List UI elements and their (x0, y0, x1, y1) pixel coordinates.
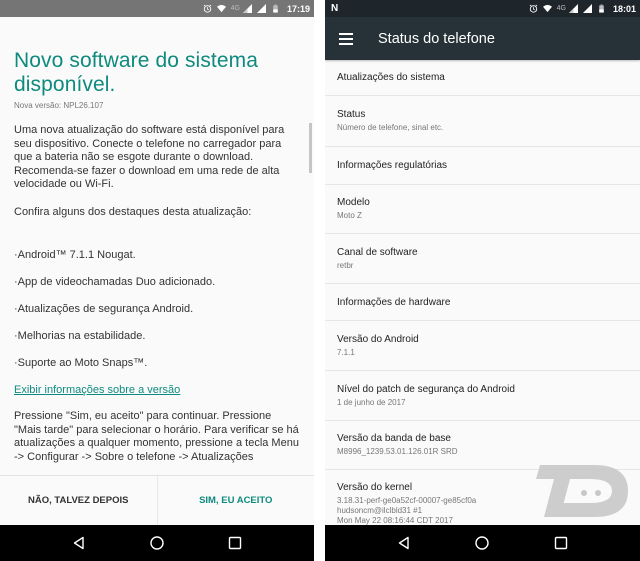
signal-icon (242, 4, 252, 13)
home-icon (475, 536, 490, 550)
item-title: Informações de hardware (337, 296, 451, 308)
clock: 17:19 (286, 3, 310, 14)
left-screen: 4G 17:19 Novo software do sistema dispon… (0, 0, 314, 561)
back-button[interactable] (69, 533, 89, 553)
item-subtitle: retbr (337, 260, 354, 270)
watermark-logo-icon (536, 465, 628, 517)
home-button[interactable] (472, 533, 492, 553)
dialog-actions: NÃO, TALVEZ DEPOIS SIM, EU ACEITO (0, 475, 314, 525)
update-dialog: Novo software do sistema disponível. Nov… (0, 17, 314, 525)
intro-text: Uma nova atualização do software está di… (14, 124, 285, 190)
item-subtitle: Número de telefone, sinal etc. (337, 123, 444, 132)
navigation-bar (0, 525, 314, 561)
highlight-item: ·App de videochamadas Duo adicionado. (14, 276, 216, 288)
item-title: Canal de software (337, 246, 418, 258)
signal-icon (582, 4, 592, 13)
recents-icon (554, 536, 568, 550)
settings-item-status[interactable]: Status Número de telefone, sinal etc. (325, 96, 640, 147)
settings-item-hardware-info[interactable]: Informações de hardware (325, 284, 640, 321)
settings-item-regulatory[interactable]: Informações regulatórias (325, 147, 640, 185)
item-title: Informações regulatórias (337, 160, 448, 171)
recents-icon (228, 536, 242, 550)
settings-item-model: Modelo Moto Z (325, 185, 640, 234)
item-subtitle: 7.1.1 (337, 347, 355, 357)
status-bar: N 4G 18:01 (325, 0, 640, 17)
home-button[interactable] (147, 533, 167, 553)
item-title: Status (337, 109, 366, 120)
battery-icon (273, 4, 278, 13)
notification-icon: N (331, 3, 339, 14)
battery-icon (599, 4, 604, 13)
signal-icon (256, 4, 266, 13)
scrollbar[interactable] (309, 123, 312, 173)
item-title: Versão da banda de base (337, 433, 451, 444)
network-type-label: 4G (556, 5, 566, 12)
accept-button[interactable]: SIM, EU ACEITO (158, 476, 315, 525)
back-icon (73, 536, 84, 550)
settings-item-software-channel: Canal de software retbr (325, 234, 640, 284)
back-button[interactable] (394, 533, 414, 553)
highlight-item: ·Atualizações de segurança Android. (14, 303, 194, 315)
dialog-title: Novo software do sistema disponível. (14, 49, 259, 96)
recents-button[interactable] (551, 533, 571, 553)
alarm-icon (529, 4, 537, 13)
item-title: Modelo (337, 197, 370, 208)
settings-item-system-updates[interactable]: Atualizações do sistema (325, 60, 640, 96)
dialog-content[interactable]: Novo software do sistema disponível. Nov… (0, 17, 314, 475)
item-title: Atualizações do sistema (337, 72, 445, 83)
decline-button[interactable]: NÃO, TALVEZ DEPOIS (0, 476, 158, 525)
wifi-icon (542, 4, 552, 13)
clock: 18:01 (612, 3, 636, 14)
highlight-item: ·Melhorias na estabilidade. (14, 330, 146, 342)
status-bar: 4G 17:19 (0, 0, 314, 17)
settings-item-android-version[interactable]: Versão do Android 7.1.1 (325, 321, 640, 371)
item-subtitle: Moto Z (337, 211, 362, 220)
version-label: Nova versão: NPL26.107 (14, 101, 104, 110)
highlights-heading: Confira alguns dos destaques desta atual… (14, 205, 252, 218)
item-title: Nível do patch de segurança do Android (337, 383, 515, 395)
item-subtitle: 1 de junho de 2017 (337, 397, 406, 407)
menu-icon[interactable] (339, 32, 353, 45)
signal-icon (568, 4, 578, 13)
network-type-label: 4G (230, 5, 240, 12)
navigation-bar (325, 525, 640, 561)
back-icon (398, 536, 409, 550)
home-icon (150, 536, 164, 550)
highlight-item: ·Suporte ao Moto Snaps™. (14, 357, 148, 369)
release-notes-link[interactable]: Exibir informações sobre a versão (14, 384, 300, 396)
highlight-item: ·Android™ 7.1.1 Nougat. (14, 249, 136, 261)
settings-item-security-patch: Nível do patch de segurança do Android 1… (325, 371, 640, 421)
wifi-icon (216, 4, 226, 13)
right-screen: N 4G 18:01 Status do telefone Atualizaçõ… (325, 0, 640, 561)
item-title: Versão do Android (337, 333, 419, 345)
recents-button[interactable] (225, 533, 245, 553)
page-title: Status do telefone (378, 30, 495, 47)
app-bar: Status do telefone (325, 17, 640, 60)
alarm-icon (203, 4, 211, 13)
instructions-text: Pressione "Sim, eu aceito" para continua… (14, 410, 299, 463)
